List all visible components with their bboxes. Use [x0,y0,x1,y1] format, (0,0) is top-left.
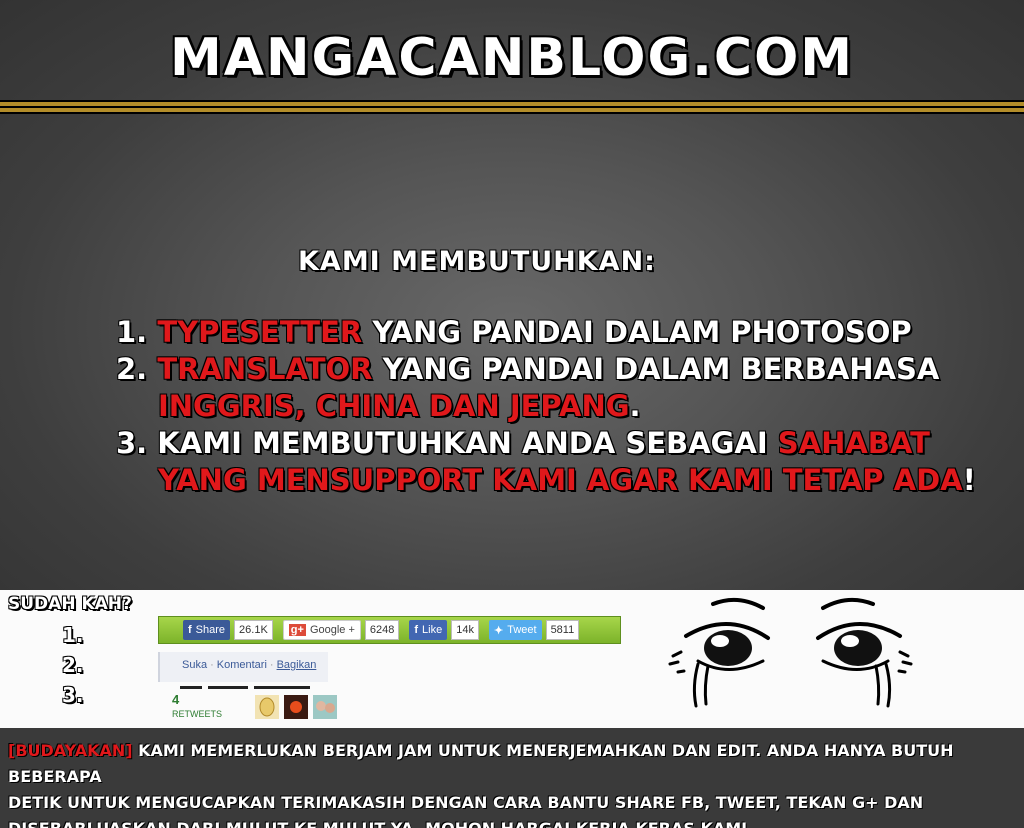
facebook-share-count: 26.1K [234,620,273,640]
censor-lines [180,674,316,693]
avatar[interactable] [284,695,308,719]
google-plus-button[interactable]: g+ Google + [282,620,361,640]
twitter-bird-icon: ✦ [493,624,504,637]
punctuation: ! [962,463,976,497]
facebook-share-button[interactable]: f Share [183,620,231,640]
checklist-number: 3. [62,683,84,707]
item-number: 1. [116,315,148,349]
item-number: 3. [116,426,148,460]
requirement-item-1: 1. TYPESETTER YANG PANDAI DALAM PHOTOSOP [116,314,996,351]
bagikan-link[interactable]: Bagikan [277,659,317,671]
budayakan-tag: [BUDAYAKAN] [8,741,133,760]
avatar[interactable] [313,695,337,719]
support-text: YANG MENSUPPORT KAMI AGAR KAMI TETAP ADA [158,463,963,497]
checklist-number: 1. [62,623,84,647]
requirement-item-2: 2. TRANSLATOR YANG PANDAI DALAM BERBAHAS… [116,351,996,425]
promo-banner: MANGACANBLOG.COM KAMI MEMBUTUHKAN: 1. TY… [0,0,1024,590]
tweet-button[interactable]: ✦ Tweet [488,620,542,640]
footer-line-2: DETIK UNTUK MENGUCAPKAN TERIMAKASIH DENG… [8,793,924,812]
requirements-list: 1. TYPESETTER YANG PANDAI DALAM PHOTOSOP… [116,314,996,499]
tweet-count: 5811 [545,620,580,640]
social-share-bar: f Share 26.1K g+ Google + 6248 f Like 14… [158,616,621,644]
facebook-like-count: 14k [451,620,479,640]
footer-message: [BUDAYAKAN] KAMI MEMERLUKAN BERJAM JAM U… [0,728,1024,828]
punctuation: . [629,389,641,423]
google-plus-icon: g+ [288,624,306,636]
checklist-number: 2. [62,653,84,677]
requirement-text: YANG PANDAI DALAM BERBAHASA [372,352,940,386]
sudah-kah-label: SUDAH KAH? [8,594,132,614]
facebook-share-label: Share [195,624,226,636]
google-plus-count: 6248 [364,620,400,640]
site-title: MANGACANBLOG.COM [169,28,855,88]
requirement-text: YANG PANDAI DALAM PHOTOSOP [362,315,912,349]
role-typesetter: TYPESETTER [157,315,363,349]
separator: · [210,659,214,671]
checklist-numbers: 1. 2. 3. [62,620,84,710]
google-plus-label: Google + [309,624,355,636]
footer-line-3: DISEBARLUASKAN DARI MULUT KE MULUT YA, M… [8,816,1016,828]
item-number: 2. [116,352,148,386]
role-sahabat: SAHABAT [777,426,930,460]
role-translator: TRANSLATOR [157,352,373,386]
avatar[interactable] [255,695,279,719]
gold-divider [0,100,1024,114]
facebook-like-icon: f [414,624,419,636]
crying-eyes-drawing [668,597,913,708]
retweet-count: 4 [172,692,180,707]
languages-text: INGGRIS, CHINA DAN JEPANG [158,389,630,423]
suka-link[interactable]: Suka [182,659,207,671]
requirement-item-3: 3. KAMI MEMBUTUHKAN ANDA SEBAGAI SAHABAT… [116,425,996,499]
separator: · [269,659,274,671]
facebook-icon: f [188,624,192,636]
footer-text: KAMI MEMERLUKAN BERJAM JAM UNTUK MENERJE… [8,741,954,786]
retweet-label: RETWEETS [172,709,223,719]
footer-line-1: [BUDAYAKAN] KAMI MEMERLUKAN BERJAM JAM U… [8,738,1016,790]
requirement-text: KAMI MEMBUTUHKAN ANDA SEBAGAI [147,426,778,460]
tweet-label: Tweet [507,624,537,636]
recruitment-headline: KAMI MEMBUTUHKAN: [298,246,656,277]
komentari-link[interactable]: Komentari [217,659,267,671]
facebook-like-button[interactable]: f Like [409,620,448,640]
facebook-like-label: Like [422,624,443,636]
